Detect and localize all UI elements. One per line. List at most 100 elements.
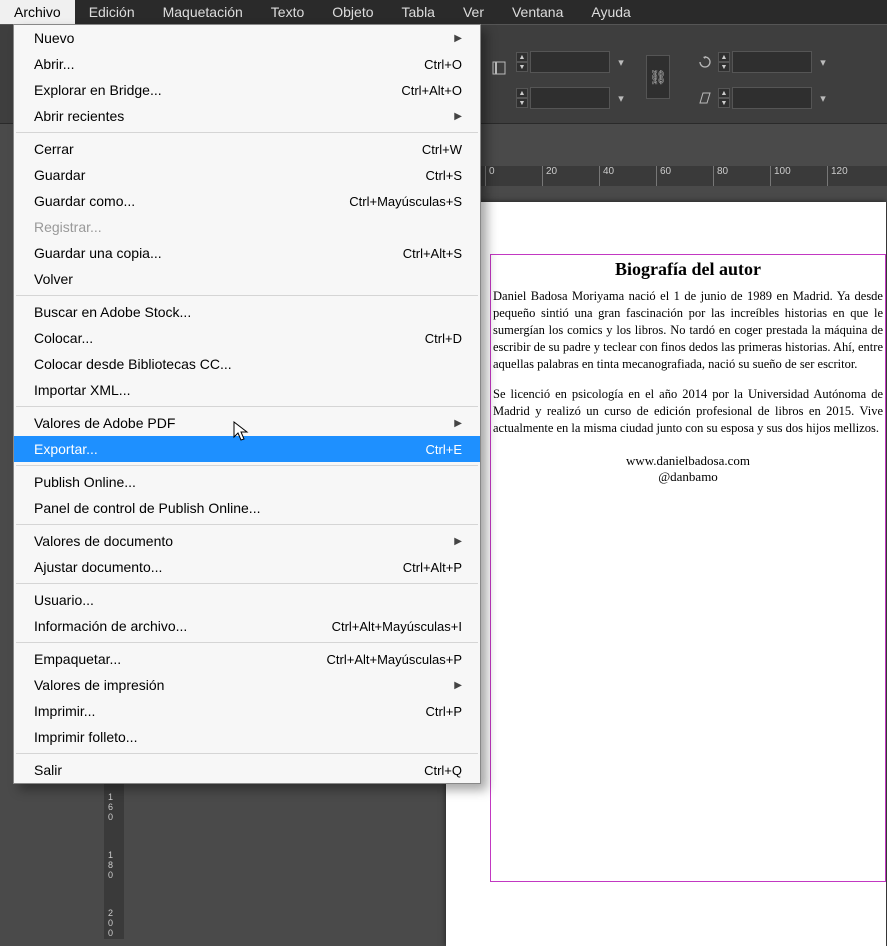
dropdown-icon[interactable]: ▾ [814,89,832,107]
menu-separator [16,295,478,296]
menu-separator [16,753,478,754]
ruler-tick: 120 [827,166,848,186]
shear-field[interactable] [732,87,812,109]
menu-item-label: Cerrar [34,141,74,157]
rotate-field[interactable] [732,51,812,73]
menu-item[interactable]: Panel de control de Publish Online... [14,495,480,521]
menu-item[interactable]: Buscar en Adobe Stock... [14,299,480,325]
paragraph: Se licenció en psicología en el año 2014… [493,386,883,437]
chevron-right-icon: ▶ [454,111,462,122]
dropdown-icon[interactable]: ▾ [612,89,630,107]
menu-item-label: Información de archivo... [34,618,187,634]
ruler-tick: 80 [713,166,728,186]
menu-shortcut: Ctrl+Alt+Mayúsculas+I [332,619,462,634]
menu-archivo[interactable]: Archivo [0,0,75,24]
menu-ventana[interactable]: Ventana [498,0,577,24]
menubar: ArchivoEdiciónMaquetaciónTextoObjetoTabl… [0,0,887,24]
menu-texto[interactable]: Texto [257,0,318,24]
menu-separator [16,583,478,584]
link-constrain-icon[interactable]: ⛓ [646,55,670,99]
menu-item[interactable]: Colocar desde Bibliotecas CC... [14,351,480,377]
menu-item-label: Valores de documento [34,533,173,549]
menu-shortcut: Ctrl+S [426,168,462,183]
menu-shortcut: Ctrl+Q [424,763,462,778]
menu-item-label: Registrar... [34,219,102,235]
frame-edge-icon [490,59,508,77]
menu-item-label: Guardar [34,167,85,183]
width-field[interactable] [530,51,610,73]
menu-shortcut: Ctrl+P [426,704,462,719]
page-title: Biografía del autor [491,259,885,280]
menu-item-label: Usuario... [34,592,94,608]
menu-item[interactable]: Publish Online... [14,469,480,495]
chevron-right-icon: ▶ [454,418,462,429]
height-stepper[interactable]: ▲▼ [516,88,528,108]
menu-separator [16,132,478,133]
menu-item[interactable]: Importar XML... [14,377,480,403]
dropdown-icon[interactable]: ▾ [814,53,832,71]
menu-item[interactable]: Explorar en Bridge...Ctrl+Alt+O [14,77,480,103]
menu-item[interactable]: Valores de documento▶ [14,528,480,554]
menu-item-label: Volver [34,271,73,287]
menu-item-label: Valores de impresión [34,677,164,693]
ruler-tick: 160 [108,792,113,822]
menu-item[interactable]: Información de archivo... Ctrl+Alt+Mayúsc… [14,613,480,639]
ruler-tick: 180 [108,850,113,880]
menu-ver[interactable]: Ver [449,0,498,24]
menu-item-label: Explorar en Bridge... [34,82,162,98]
menu-item-label: Guardar una copia... [34,245,162,261]
ruler-tick: 0 [485,166,495,186]
menu-item[interactable]: Valores de impresión ▶ [14,672,480,698]
menu-shortcut: Ctrl+Alt+Mayúsculas+P [327,652,462,667]
menu-item-label: Empaquetar... [34,651,121,667]
ruler-tick: 20 [542,166,557,186]
menu-item-label: Importar XML... [34,382,130,398]
document-page[interactable]: Biografía del autor Daniel Badosa Moriya… [446,202,886,946]
height-field[interactable] [530,87,610,109]
menu-item[interactable]: Cerrar Ctrl+W [14,136,480,162]
text-frame[interactable]: Biografía del autor Daniel Badosa Moriya… [490,254,886,882]
menu-item-label: Buscar en Adobe Stock... [34,304,191,320]
menu-item-label: Colocar desde Bibliotecas CC... [34,356,232,372]
shear-icon [696,89,714,107]
menu-item[interactable]: Valores de Adobe PDF▶ [14,410,480,436]
menu-item-label: Panel de control de Publish Online... [34,500,260,516]
menu-item[interactable]: SalirCtrl+Q [14,757,480,783]
menu-item-label: Imprimir folleto... [34,729,137,745]
menu-maquetación[interactable]: Maquetación [149,0,257,24]
menu-item[interactable]: Volver [14,266,480,292]
author-handle: @danbamo [491,469,885,485]
menu-item[interactable]: Guardar Ctrl+S [14,162,480,188]
menu-item[interactable]: Usuario... [14,587,480,613]
ruler-tick: 40 [599,166,614,186]
menu-item[interactable]: Guardar una copia...Ctrl+Alt+S [14,240,480,266]
menu-objeto[interactable]: Objeto [318,0,387,24]
menu-shortcut: Ctrl+O [424,57,462,72]
menu-item-label: Publish Online... [34,474,136,490]
menu-edición[interactable]: Edición [75,0,149,24]
menu-separator [16,465,478,466]
menu-separator [16,406,478,407]
menu-item[interactable]: Nuevo▶ [14,25,480,51]
dropdown-icon[interactable]: ▾ [612,53,630,71]
menu-ayuda[interactable]: Ayuda [577,0,644,24]
menu-shortcut: Ctrl+Mayúsculas+S [349,194,462,209]
ruler-tick: 200 [108,908,113,938]
menu-item[interactable]: Colocar...Ctrl+D [14,325,480,351]
menu-shortcut: Ctrl+D [425,331,462,346]
rotate-stepper[interactable]: ▲▼ [718,52,730,72]
menu-item[interactable]: Imprimir folleto... [14,724,480,750]
menu-item[interactable]: Exportar...Ctrl+E [14,436,480,462]
menu-item[interactable]: Empaquetar... Ctrl+Alt+Mayúsculas+P [14,646,480,672]
menu-separator [16,642,478,643]
menu-item[interactable]: Guardar como...Ctrl+Mayúsculas+S [14,188,480,214]
menu-item[interactable]: Abrir...Ctrl+O [14,51,480,77]
menu-item[interactable]: Ajustar documento...Ctrl+Alt+P [14,554,480,580]
menu-shortcut: Ctrl+W [422,142,462,157]
menu-tabla[interactable]: Tabla [388,0,449,24]
width-stepper[interactable]: ▲▼ [516,52,528,72]
menu-item[interactable]: Abrir recientes▶ [14,103,480,129]
shear-stepper[interactable]: ▲▼ [718,88,730,108]
menu-item[interactable]: Imprimir...Ctrl+P [14,698,480,724]
chevron-right-icon: ▶ [454,680,462,691]
